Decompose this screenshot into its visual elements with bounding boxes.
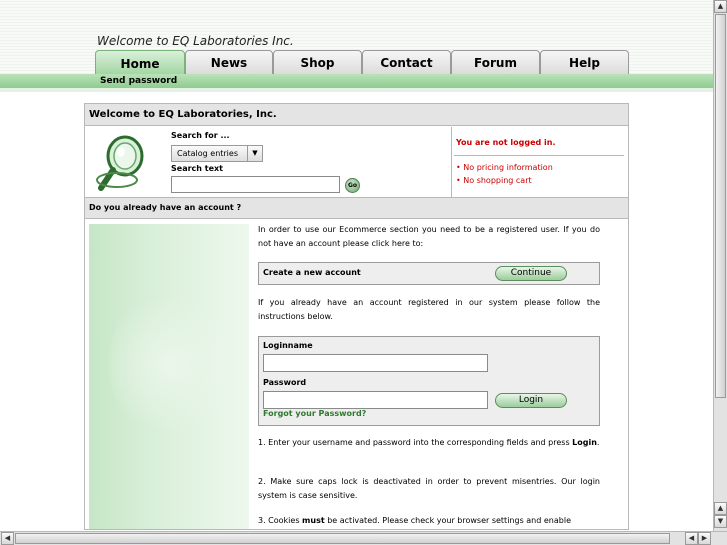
tab-label: Forum — [474, 55, 517, 70]
login-status-title: You are not logged in. — [456, 138, 556, 147]
status-list: No pricing information No shopping cart — [456, 161, 553, 187]
login-button[interactable]: Login — [495, 393, 567, 408]
instruction-emphasis: must — [302, 516, 325, 525]
instruction-text: be activated. Please check your browser … — [324, 516, 571, 525]
arrow-right-icon[interactable]: ▶ — [698, 532, 711, 545]
magnifier-logo-icon — [95, 132, 151, 194]
tab-label: Help — [569, 55, 600, 70]
instruction-3: 3. Cookies must be activated. Please che… — [258, 514, 600, 528]
status-item: No pricing information — [456, 161, 553, 174]
tab-home[interactable]: Home — [95, 50, 185, 76]
search-text-label: Search text — [171, 164, 223, 173]
arrow-left-icon[interactable]: ◀ — [1, 532, 14, 545]
instruction-emphasis: Login — [572, 438, 597, 447]
chevron-down-icon[interactable]: ▼ — [247, 146, 262, 161]
sub-navigation-shadow — [0, 88, 713, 92]
create-account-box: Create a new account Continue — [258, 262, 600, 285]
login-form: Loginname Password Login Forgot your Pas… — [258, 336, 600, 426]
tab-label: Contact — [380, 55, 433, 70]
status-separator — [454, 155, 624, 156]
tab-label: Shop — [300, 55, 335, 70]
password-field[interactable] — [263, 391, 488, 409]
search-input[interactable] — [171, 176, 340, 193]
decorative-green-panel — [89, 224, 249, 529]
password-label: Password — [263, 378, 307, 387]
tab-shop[interactable]: Shop — [273, 50, 362, 74]
arrow-up-icon[interactable]: ▲ — [714, 502, 727, 515]
loginname-label: Loginname — [263, 341, 313, 350]
arrow-left-icon[interactable]: ◀ — [685, 532, 698, 545]
existing-account-text: If you already have an account registere… — [258, 298, 600, 321]
main-panel: Welcome to EQ Laboratories, Inc. Search … — [84, 103, 629, 530]
intro-text: In order to use our Ecommerce section yo… — [258, 225, 600, 248]
horizontal-scrollbar[interactable]: ◀ ◀ ▶ — [0, 531, 727, 545]
horizontal-scroll-thumb[interactable] — [15, 533, 670, 544]
go-button[interactable]: Go — [345, 178, 360, 193]
instruction-1: 1. Enter your username and password into… — [258, 436, 600, 450]
search-for-label: Search for ... — [171, 131, 230, 140]
site-welcome-title: Welcome to EQ Laboratories Inc. — [97, 34, 294, 48]
arrow-down-icon[interactable]: ▼ — [714, 515, 727, 528]
panel-divider — [451, 127, 452, 197]
loginname-field[interactable] — [263, 354, 488, 372]
tab-label: Home — [120, 56, 160, 71]
tab-help[interactable]: Help — [540, 50, 629, 74]
tab-forum[interactable]: Forum — [451, 50, 540, 74]
catalog-select-value: Catalog entries — [177, 149, 238, 158]
catalog-select[interactable]: Catalog entries ▼ — [171, 145, 263, 162]
tab-contact[interactable]: Contact — [362, 50, 451, 74]
continue-button[interactable]: Continue — [495, 266, 567, 281]
instruction-text: 2. Make sure caps lock is deactivated in… — [258, 477, 600, 500]
panel-title: Welcome to EQ Laboratories, Inc. — [85, 104, 628, 126]
forgot-password-link[interactable]: Forgot your Password? — [263, 409, 366, 418]
instruction-2: 2. Make sure caps lock is deactivated in… — [258, 475, 600, 503]
arrow-up-icon[interactable]: ▲ — [714, 0, 727, 13]
tab-news[interactable]: News — [185, 50, 273, 74]
instruction-text: . — [596, 438, 600, 447]
tab-label: News — [210, 55, 248, 70]
account-question-bar: Do you already have an account ? — [85, 197, 628, 219]
instruction-text: 1. Enter your username and password into… — [258, 438, 573, 447]
decorative-blob — [109, 284, 229, 444]
status-item: No shopping cart — [456, 174, 553, 187]
send-password-link[interactable]: Send password — [100, 74, 177, 88]
create-account-label: Create a new account — [263, 268, 361, 277]
instruction-text: 3. Cookies — [258, 516, 303, 525]
vertical-scroll-thumb[interactable] — [715, 14, 726, 398]
vertical-scrollbar[interactable]: ▲ ▲ ▼ — [713, 0, 727, 531]
